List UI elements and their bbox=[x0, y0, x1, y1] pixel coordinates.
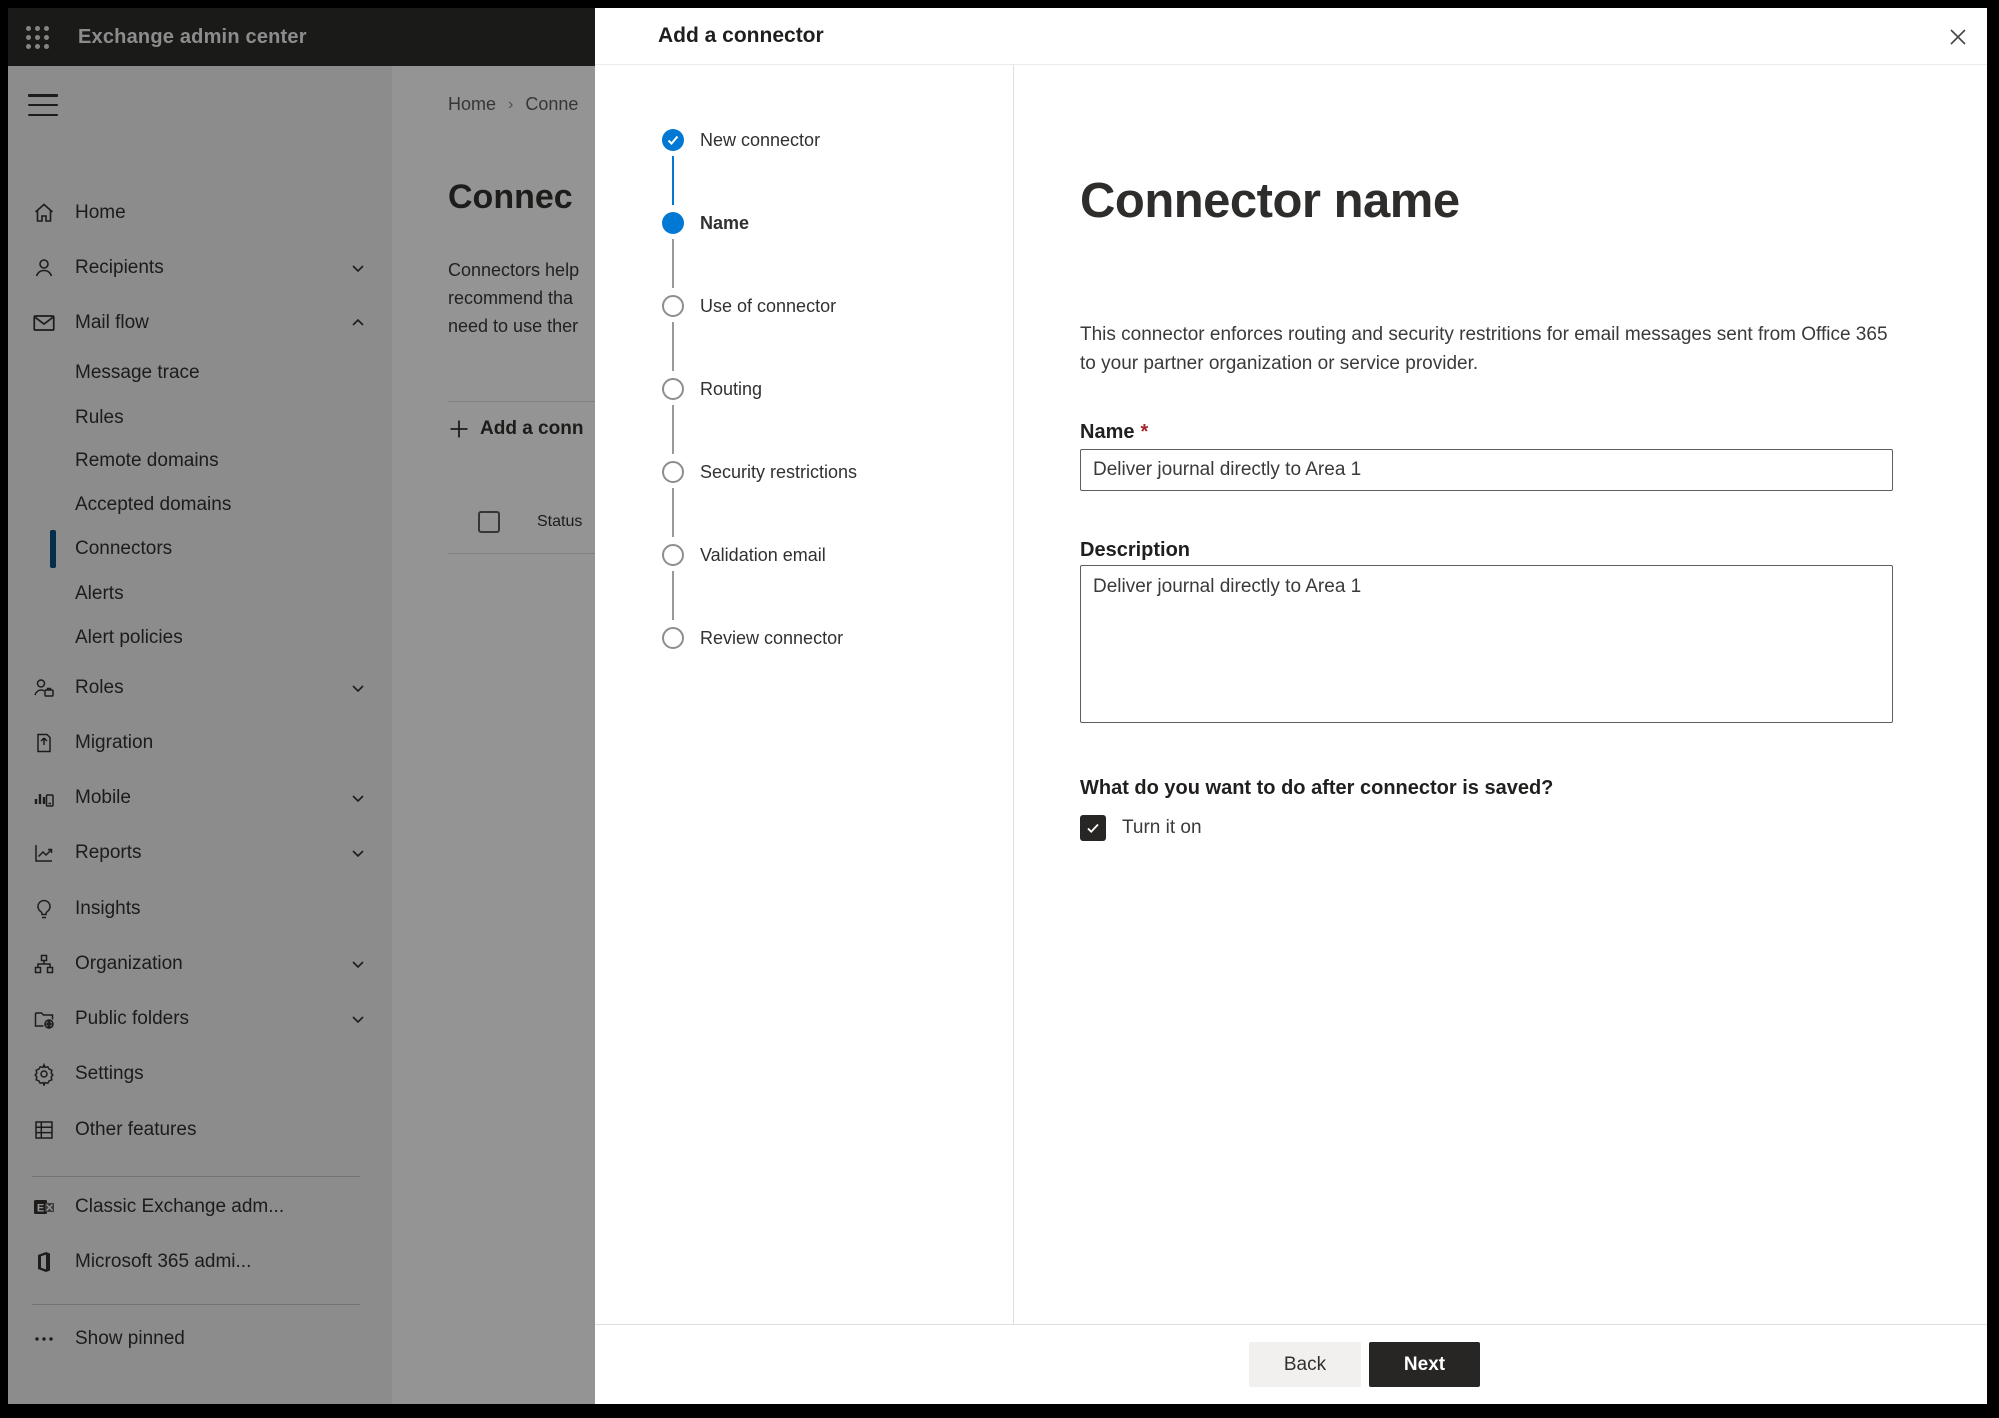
dialog-main-panel: Connector name This connector enforces r… bbox=[1014, 65, 1987, 1324]
wizard-step-routing[interactable]: Routing bbox=[595, 377, 1013, 401]
wizard-step-validation-email[interactable]: Validation email bbox=[595, 543, 1013, 567]
checkbox-checked-icon[interactable] bbox=[1080, 815, 1106, 841]
step-heading: Connector name bbox=[1080, 174, 1460, 228]
step-description-line: This connector enforces routing and secu… bbox=[1080, 324, 1888, 345]
description-field-label: Description bbox=[1080, 539, 1191, 561]
step-connector-line bbox=[672, 571, 674, 620]
wizard-step-name[interactable]: Name bbox=[595, 211, 1013, 235]
step-pending-icon bbox=[662, 627, 684, 649]
step-connector-line bbox=[672, 239, 674, 288]
step-completed-icon bbox=[662, 129, 684, 151]
close-button[interactable] bbox=[1945, 24, 1971, 50]
name-field-label: Name * bbox=[1080, 421, 1149, 443]
step-description: This connector enforces routing and secu… bbox=[1080, 320, 1888, 378]
step-connector-line bbox=[672, 156, 674, 205]
step-description-line: to your partner organization or service … bbox=[1080, 353, 1479, 374]
turn-it-on-checkbox-row[interactable]: Turn it on bbox=[1080, 815, 1202, 841]
step-connector-line bbox=[672, 405, 674, 454]
after-save-question: What do you want to do after connector i… bbox=[1080, 777, 1554, 799]
dialog-body: New connector Name Use of connector Rout… bbox=[595, 65, 1987, 1324]
dialog-footer: Back Next bbox=[595, 1324, 1987, 1404]
close-icon bbox=[1950, 29, 1966, 45]
wizard-steps: New connector Name Use of connector Rout… bbox=[595, 65, 1014, 1324]
wizard-step-use-of-connector[interactable]: Use of connector bbox=[595, 294, 1013, 318]
dialog-title: Add a connector bbox=[658, 24, 824, 47]
dialog-header: Add a connector bbox=[595, 8, 1987, 65]
required-asterisk: * bbox=[1140, 421, 1149, 443]
screenshot-frame: Exchange admin center Home Recipients Ma… bbox=[0, 0, 1999, 1418]
step-connector-line bbox=[672, 322, 674, 371]
screen: Exchange admin center Home Recipients Ma… bbox=[8, 8, 1987, 1404]
step-pending-icon bbox=[662, 461, 684, 483]
wizard-step-review-connector[interactable]: Review connector bbox=[595, 626, 1013, 650]
step-active-icon bbox=[662, 212, 684, 234]
wizard-step-security-restrictions[interactable]: Security restrictions bbox=[595, 460, 1013, 484]
description-textarea[interactable]: Deliver journal directly to Area 1 bbox=[1080, 565, 1893, 723]
name-input[interactable] bbox=[1080, 449, 1893, 491]
step-pending-icon bbox=[662, 295, 684, 317]
next-button[interactable]: Next bbox=[1369, 1342, 1480, 1387]
back-button[interactable]: Back bbox=[1249, 1342, 1361, 1387]
add-connector-dialog: Add a connector New connector Name Use o… bbox=[595, 8, 1987, 1404]
step-pending-icon bbox=[662, 544, 684, 566]
turn-it-on-label: Turn it on bbox=[1122, 817, 1202, 838]
step-pending-icon bbox=[662, 378, 684, 400]
wizard-step-new-connector[interactable]: New connector bbox=[595, 128, 1013, 152]
step-connector-line bbox=[672, 488, 674, 537]
